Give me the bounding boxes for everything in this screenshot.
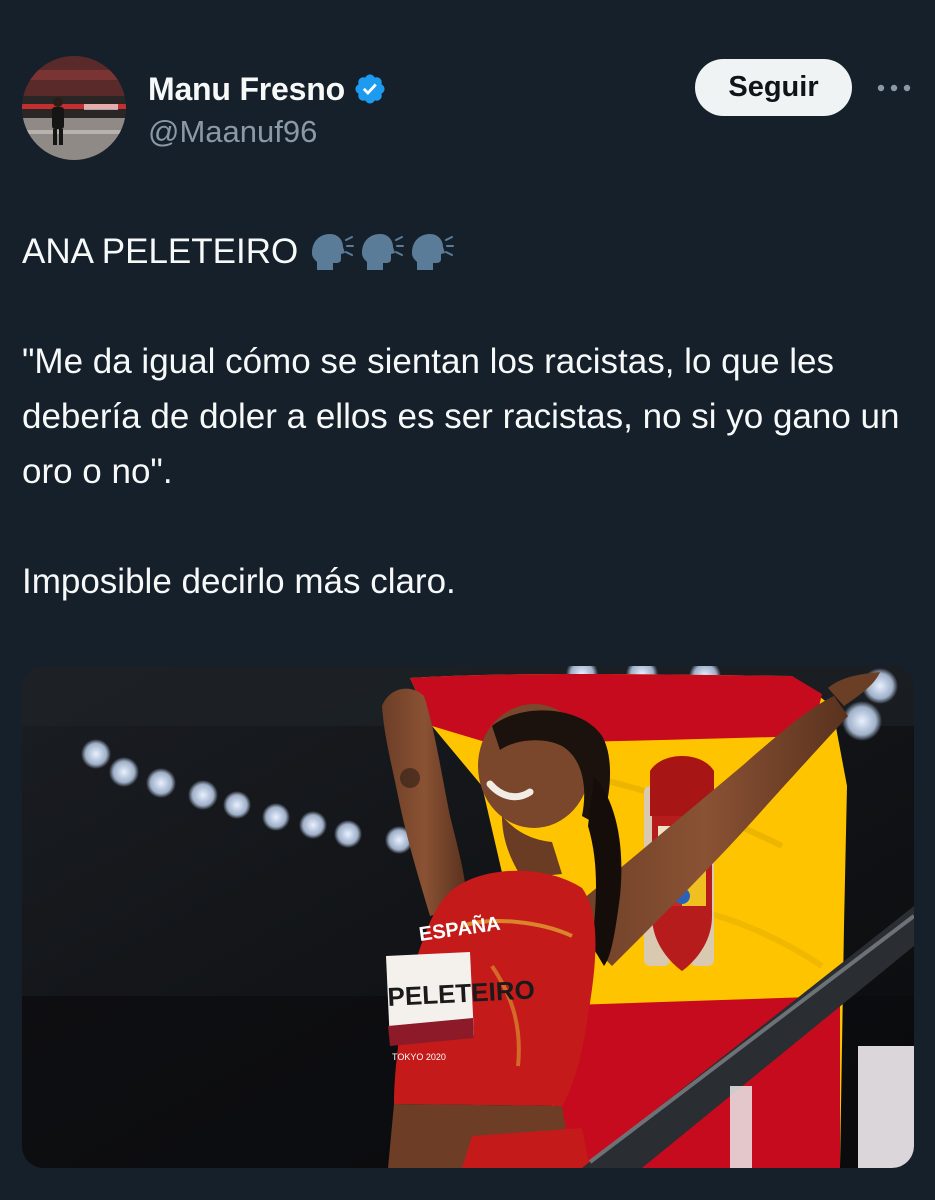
tweet-quote: "Me da igual cómo se sientan los racista… bbox=[22, 342, 900, 491]
author-handle[interactable]: @Maanuf96 bbox=[148, 114, 387, 150]
display-name-row: Manu Fresno bbox=[148, 68, 387, 110]
verified-badge-icon bbox=[353, 72, 387, 106]
profile-photo bbox=[22, 56, 126, 160]
tweet-text: ANA PELETEIRO "Me da igual cómo se sient… bbox=[22, 224, 912, 609]
speaking-head-icon bbox=[358, 231, 405, 273]
speaking-head-icon bbox=[308, 231, 355, 273]
author-names: Manu Fresno @Maanuf96 bbox=[148, 68, 387, 150]
display-name[interactable]: Manu Fresno bbox=[148, 71, 345, 108]
speaking-head-icon bbox=[408, 231, 455, 273]
more-dots-icon[interactable] bbox=[874, 70, 914, 106]
tweet-card: Manu Fresno @Maanuf96 Seguir ANA PELETEI… bbox=[0, 0, 935, 1200]
tweet-photo[interactable]: ESPAÑA PELETEIRO TOKYO 2020 bbox=[22, 666, 914, 1168]
tweet-line-headline: ANA PELETEIRO bbox=[22, 224, 912, 279]
athlete-with-flag-photo: ESPAÑA PELETEIRO TOKYO 2020 bbox=[22, 666, 914, 1168]
emoji-group bbox=[308, 231, 455, 273]
headline-text: ANA PELETEIRO bbox=[22, 232, 299, 271]
event-mark: TOKYO 2020 bbox=[392, 1052, 446, 1062]
tweet-header: Manu Fresno @Maanuf96 Seguir bbox=[22, 56, 913, 166]
follow-button[interactable]: Seguir bbox=[695, 59, 852, 116]
tweet-closing: Imposible decirlo más claro. bbox=[22, 562, 456, 601]
avatar[interactable] bbox=[22, 56, 126, 160]
